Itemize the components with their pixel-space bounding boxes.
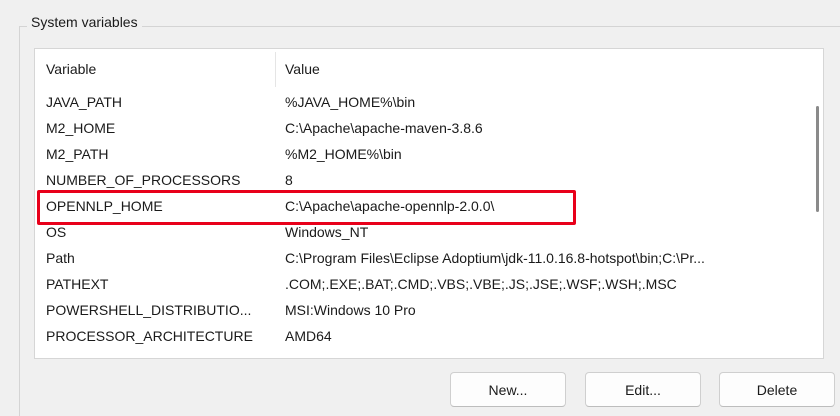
row-variable: NUMBER_OF_PROCESSORS	[46, 172, 241, 188]
column-header-variable[interactable]: Variable	[46, 61, 96, 77]
row-value: .COM;.EXE;.BAT;.CMD;.VBS;.VBE;.JS;.JSE;.…	[285, 276, 677, 292]
column-separator[interactable]	[275, 52, 276, 87]
row-variable: PATHEXT	[46, 276, 109, 292]
list-header: Variable Value	[35, 49, 809, 89]
table-row[interactable]: NUMBER_OF_PROCESSORS 8	[35, 167, 809, 193]
row-value: Windows_NT	[285, 224, 369, 240]
row-value: C:\Program Files\Eclipse Adoptium\jdk-11…	[285, 250, 705, 266]
delete-button[interactable]: Delete	[719, 372, 835, 407]
table-row[interactable]: OPENNLP_HOME C:\Apache\apache-opennlp-2.…	[35, 193, 809, 219]
table-row[interactable]: Path C:\Program Files\Eclipse Adoptium\j…	[35, 245, 809, 271]
row-value: C:\Apache\apache-opennlp-2.0.0\	[285, 198, 495, 214]
row-value: 8	[285, 172, 293, 188]
list-rows: JAVA_PATH %JAVA_HOME%\bin M2_HOME C:\Apa…	[35, 89, 809, 349]
row-value: %M2_HOME%\bin	[285, 146, 402, 162]
table-row[interactable]: PROCESSOR_ARCHITECTURE AMD64	[35, 323, 809, 349]
scrollbar-thumb[interactable]	[816, 106, 819, 212]
table-row[interactable]: M2_HOME C:\Apache\apache-maven-3.8.6	[35, 115, 809, 141]
new-button[interactable]: New...	[450, 372, 566, 407]
column-header-value[interactable]: Value	[285, 61, 320, 77]
row-value: C:\Apache\apache-maven-3.8.6	[285, 120, 483, 136]
row-value: AMD64	[285, 328, 332, 344]
row-variable: Path	[46, 250, 75, 266]
system-variables-title: System variables	[27, 14, 142, 30]
row-variable: M2_HOME	[46, 120, 116, 136]
row-value: %JAVA_HOME%\bin	[285, 94, 416, 110]
row-variable: M2_PATH	[46, 146, 109, 162]
row-variable: JAVA_PATH	[46, 94, 122, 110]
row-variable: OS	[46, 224, 67, 240]
row-variable: OPENNLP_HOME	[46, 198, 163, 214]
table-row[interactable]: M2_PATH %M2_HOME%\bin	[35, 141, 809, 167]
edit-button[interactable]: Edit...	[585, 372, 701, 407]
table-row[interactable]: JAVA_PATH %JAVA_HOME%\bin	[35, 89, 809, 115]
row-variable: PROCESSOR_ARCHITECTURE	[46, 328, 253, 344]
system-variables-list[interactable]: Variable Value JAVA_PATH %JAVA_HOME%\bin…	[34, 48, 824, 359]
table-row[interactable]: OS Windows_NT	[35, 219, 809, 245]
vertical-scrollbar[interactable]	[809, 49, 823, 358]
table-row[interactable]: POWERSHELL_DISTRIBUTIO... MSI:Windows 10…	[35, 297, 809, 323]
row-variable: POWERSHELL_DISTRIBUTIO...	[46, 302, 252, 318]
table-row[interactable]: PATHEXT .COM;.EXE;.BAT;.CMD;.VBS;.VBE;.J…	[35, 271, 809, 297]
row-value: MSI:Windows 10 Pro	[285, 302, 416, 318]
